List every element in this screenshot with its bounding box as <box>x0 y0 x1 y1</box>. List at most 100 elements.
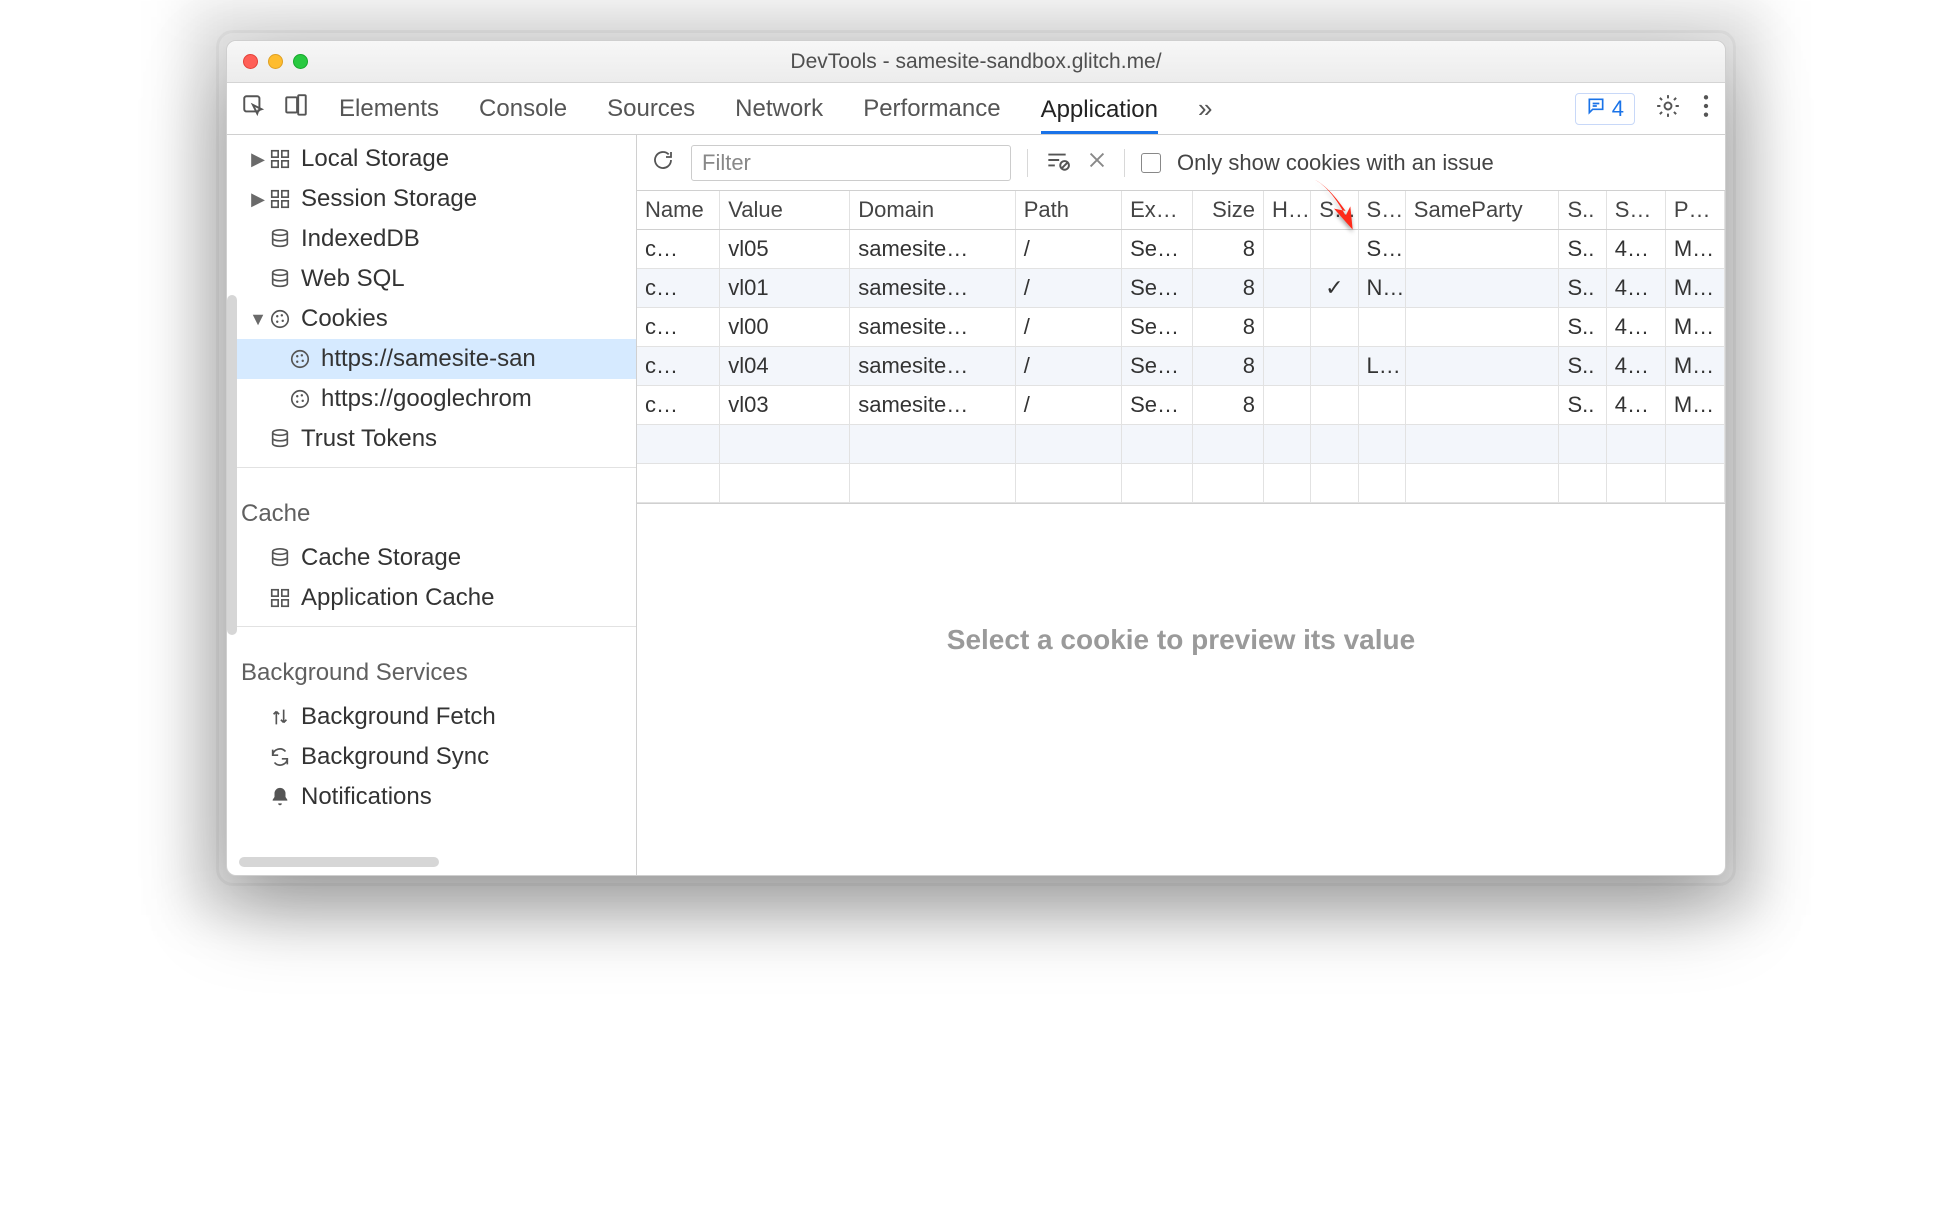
cookie-icon <box>267 308 293 330</box>
table-row-empty <box>637 464 1725 503</box>
devtools-window: DevTools - samesite-sandbox.glitch.me/ E… <box>226 40 1726 876</box>
cell-samesite: N… <box>1358 269 1405 308</box>
cell-c12: M… <box>1665 269 1724 308</box>
grid-icon <box>267 587 293 609</box>
cell-sameparty <box>1405 386 1559 425</box>
db-icon <box>267 268 293 290</box>
cell-secure <box>1311 386 1358 425</box>
cell-c10: S.. <box>1559 386 1606 425</box>
cell-expires: Se… <box>1122 230 1193 269</box>
device-toolbar-icon[interactable] <box>283 93 309 125</box>
sidebar-scrollbar-horizontal[interactable] <box>239 857 439 867</box>
cell-expires: Se… <box>1122 386 1193 425</box>
sidebar-item-local-storage[interactable]: ▶Local Storage <box>227 139 636 179</box>
cell-domain: samesite… <box>850 347 1015 386</box>
column-header[interactable]: Name <box>637 191 720 230</box>
tab-elements[interactable]: Elements <box>339 85 439 133</box>
cookie-origin-item[interactable]: https://samesite-san <box>227 339 636 379</box>
devtools-tabsbar: Elements Console Sources Network Performance… <box>227 83 1725 135</box>
sidebar-item-session-storage[interactable]: ▶Session Storage <box>227 179 636 219</box>
sidebar-scrollbar-vertical[interactable] <box>227 295 237 635</box>
sidebar-item-cookies[interactable]: ▼Cookies <box>227 299 636 339</box>
sidebar-item-notifications[interactable]: Notifications <box>227 777 636 817</box>
cell-expires: Se… <box>1122 308 1193 347</box>
updown-icon <box>267 706 293 728</box>
sidebar-item-indexeddb[interactable]: IndexedDB <box>227 219 636 259</box>
table-row[interactable]: c…vl01samesite…/Se…8✓N…S..4…M… <box>637 269 1725 308</box>
cell-size: 8 <box>1193 230 1264 269</box>
table-row[interactable]: c…vl00samesite…/Se…8S..4…M… <box>637 308 1725 347</box>
cell-sameparty <box>1405 308 1559 347</box>
table-row[interactable]: c…vl05samesite…/Se…8S…S..4…M… <box>637 230 1725 269</box>
refresh-icon[interactable] <box>651 148 675 178</box>
column-header[interactable]: S… <box>1358 191 1405 230</box>
cookie-origin-item[interactable]: https://googlechrom <box>227 379 636 419</box>
sidebar-item-label: Web SQL <box>301 265 405 293</box>
sidebar-item-label: Application Cache <box>301 584 494 612</box>
tab-application[interactable]: Application <box>1041 86 1158 134</box>
sidebar-item-label: IndexedDB <box>301 225 420 253</box>
column-header[interactable]: Domain <box>850 191 1015 230</box>
column-header[interactable]: Ex… <box>1122 191 1193 230</box>
cell-value: vl03 <box>720 386 850 425</box>
cookies-table-wrap: NameValueDomainPathEx…SizeH…S…S…SamePart… <box>637 191 1725 504</box>
window-titlebar: DevTools - samesite-sandbox.glitch.me/ <box>227 41 1725 83</box>
sidebar-item-trust-tokens[interactable]: Trust Tokens <box>227 419 636 459</box>
cell-secure <box>1311 308 1358 347</box>
tab-console[interactable]: Console <box>479 85 567 133</box>
cell-domain: samesite… <box>850 269 1015 308</box>
column-header[interactable]: S.. <box>1559 191 1606 230</box>
cell-domain: samesite… <box>850 386 1015 425</box>
tab-performance[interactable]: Performance <box>863 85 1000 133</box>
cell-path: / <box>1015 269 1121 308</box>
issues-count: 4 <box>1612 96 1624 122</box>
column-header[interactable]: S… <box>1606 191 1665 230</box>
column-header[interactable]: P… <box>1665 191 1724 230</box>
tabs-overflow-icon[interactable]: » <box>1198 93 1212 124</box>
tab-network[interactable]: Network <box>735 85 823 133</box>
clear-icon[interactable] <box>1086 147 1108 178</box>
sidebar-item-background-fetch[interactable]: Background Fetch <box>227 697 636 737</box>
sidebar-item-web-sql[interactable]: Web SQL <box>227 259 636 299</box>
cell-c12: M… <box>1665 386 1724 425</box>
clear-filtered-icon[interactable] <box>1044 147 1070 179</box>
column-header[interactable]: Path <box>1015 191 1121 230</box>
cell-c10: S.. <box>1559 347 1606 386</box>
cell-size: 8 <box>1193 386 1264 425</box>
table-row[interactable]: c…vl03samesite…/Se…8S..4…M… <box>637 386 1725 425</box>
db-icon <box>267 228 293 250</box>
cell-secure <box>1311 347 1358 386</box>
cell-domain: samesite… <box>850 308 1015 347</box>
column-header[interactable]: Value <box>720 191 850 230</box>
divider <box>227 626 636 627</box>
cell-httponly <box>1263 269 1310 308</box>
tab-sources[interactable]: Sources <box>607 85 695 133</box>
issues-badge[interactable]: 4 <box>1575 93 1635 125</box>
cell-c12: M… <box>1665 308 1724 347</box>
sidebar-item-application-cache[interactable]: Application Cache <box>227 578 636 618</box>
column-header[interactable]: Size <box>1193 191 1264 230</box>
column-header[interactable]: SameParty <box>1405 191 1559 230</box>
cell-size: 8 <box>1193 347 1264 386</box>
cell-value: vl01 <box>720 269 850 308</box>
table-row[interactable]: c…vl04samesite…/Se…8L…S..4…M… <box>637 347 1725 386</box>
column-header[interactable]: S… <box>1311 191 1358 230</box>
column-header[interactable]: H… <box>1263 191 1310 230</box>
cell-c10: S.. <box>1559 308 1606 347</box>
cell-c11: 4… <box>1606 386 1665 425</box>
disclosure-arrow-icon: ▶ <box>249 149 267 170</box>
cookies-table-header-row: NameValueDomainPathEx…SizeH…S…S…SamePart… <box>637 191 1725 230</box>
filter-input[interactable] <box>691 145 1011 181</box>
only-issues-checkbox[interactable] <box>1141 153 1161 173</box>
cell-c12: M… <box>1665 347 1724 386</box>
db-icon <box>267 547 293 569</box>
select-element-icon[interactable] <box>241 93 267 125</box>
sidebar-item-background-sync[interactable]: Background Sync <box>227 737 636 777</box>
cell-c10: S.. <box>1559 230 1606 269</box>
more-icon[interactable] <box>1701 93 1711 125</box>
sidebar-item-label: https://googlechrom <box>321 385 532 413</box>
disclosure-arrow-icon: ▼ <box>249 309 267 330</box>
sidebar-item-label: Background Fetch <box>301 703 496 731</box>
settings-icon[interactable] <box>1655 93 1681 125</box>
sidebar-item-cache-storage[interactable]: Cache Storage <box>227 538 636 578</box>
